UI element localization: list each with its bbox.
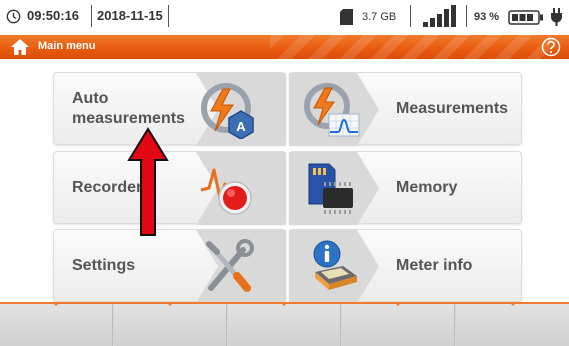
divider	[410, 5, 411, 27]
settings-button[interactable]: Settings	[53, 229, 286, 303]
softkey-3[interactable]	[228, 302, 341, 346]
svg-text:A: A	[236, 119, 246, 134]
softkey-1[interactable]	[0, 302, 113, 346]
softkey-notch	[52, 302, 60, 306]
softkey-notch	[394, 302, 402, 306]
divider	[168, 5, 169, 27]
page-title: Main menu	[38, 40, 96, 52]
settings-label: Settings	[72, 257, 136, 274]
softkey-notch	[280, 302, 288, 306]
meter-info-button[interactable]: Meter info	[289, 229, 522, 303]
meter-info-label: Meter info	[396, 257, 473, 274]
clock-icon	[6, 9, 21, 24]
home-icon[interactable]	[10, 38, 30, 56]
battery-percent: 93 %	[474, 11, 500, 23]
power-plug-icon	[551, 8, 562, 26]
status-bar: 09:50:16 2018-11-15 3.7 GB 93 %	[0, 0, 569, 33]
status-time: 09:50:16	[27, 8, 80, 23]
softkey-notch	[508, 302, 517, 306]
auto-measurements-label-line2: measurements	[72, 110, 185, 127]
measurements-button[interactable]: Measurements	[289, 72, 522, 146]
memory-button[interactable]: Memory	[289, 151, 522, 225]
signal-strength-icon	[423, 5, 456, 27]
help-icon[interactable]	[541, 37, 561, 57]
softkey-4[interactable]	[342, 302, 455, 346]
battery-icon	[508, 10, 543, 25]
title-bar: Main menu	[0, 35, 569, 59]
divider	[466, 5, 467, 27]
title-bar-pattern	[270, 35, 550, 59]
auto-measurements-label-line1: Auto	[72, 90, 109, 107]
memory-card-icon	[308, 163, 353, 214]
softkey-5[interactable]	[456, 302, 569, 346]
annotation-arrow	[127, 127, 169, 236]
measurements-icon	[304, 83, 360, 137]
sd-card-icon	[340, 9, 353, 25]
softkey-bar	[0, 302, 569, 346]
softkey-notch	[166, 302, 174, 306]
info-icon	[313, 240, 357, 290]
softkey-2[interactable]	[114, 302, 227, 346]
memory-label: Memory	[396, 179, 458, 196]
recorder-icon	[200, 168, 252, 215]
status-date: 2018-11-15	[97, 8, 163, 23]
divider	[91, 5, 92, 27]
auto-measurements-label: Auto measurements	[72, 89, 185, 129]
storage-free: 3.7 GB	[362, 11, 397, 23]
measurements-label: Measurements	[396, 100, 509, 117]
tools-icon	[206, 239, 254, 292]
auto-measurement-icon: A	[201, 83, 254, 139]
